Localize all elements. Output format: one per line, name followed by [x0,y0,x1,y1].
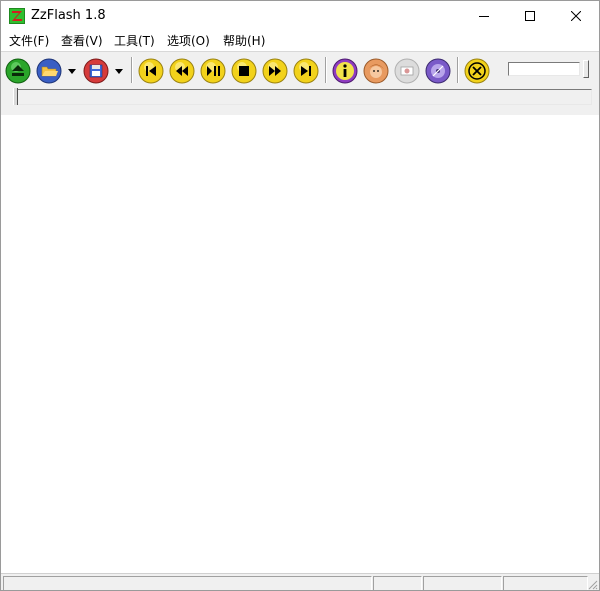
menu-options[interactable]: 选项(O) [167,34,210,48]
play-pause-icon [200,58,226,84]
save-dropdown-arrow[interactable] [114,65,124,75]
maximize-icon [525,11,535,21]
open-button[interactable] [36,58,62,84]
help-tool-icon [464,58,490,84]
fast-forward-button[interactable] [262,58,288,84]
skip-forward-button[interactable] [293,58,319,84]
fast-forward-icon [262,58,288,84]
save-icon [83,58,109,84]
status-bar [1,573,599,590]
menu-file[interactable]: 文件(F) [9,34,49,48]
close-icon [571,11,581,21]
capture-button[interactable] [394,58,420,84]
volume-slider-thumb[interactable] [583,60,589,78]
info-icon [332,58,358,84]
main-window: ZzFlash 1.8 文件(F) 查看(V) 工具(T) 选项(O) 帮助(H… [0,0,600,591]
minimize-button[interactable] [461,1,507,31]
skip-back-icon [138,58,164,84]
toolbar [1,51,599,116]
menu-tools[interactable]: 工具(T) [114,34,155,48]
rewind-button[interactable] [169,58,195,84]
status-pane-main [3,576,372,590]
playback-progress-track[interactable] [14,89,592,105]
toolbar-separator [457,57,459,83]
playback-progress-thumb[interactable] [13,88,18,105]
chevron-down-icon [68,69,76,74]
chevron-down-icon [115,69,123,74]
settings-disc-icon [425,58,451,84]
help-tool-button[interactable] [464,58,490,84]
resize-grip[interactable] [586,578,598,590]
save-button[interactable] [83,58,109,84]
resize-grip-icon [588,580,598,590]
eject-button[interactable] [5,58,31,84]
status-pane-3 [423,576,502,590]
zzflash-app-icon [9,8,25,24]
window-title: ZzFlash 1.8 [31,8,106,23]
toolbar-separator [131,57,133,83]
play-pause-button[interactable] [200,58,226,84]
skip-back-button[interactable] [138,58,164,84]
menu-help[interactable]: 帮助(H) [223,34,265,48]
maximize-button[interactable] [507,1,553,31]
flash-display-area[interactable] [1,115,599,573]
volume-slider-track[interactable] [508,62,580,76]
title-bar[interactable]: ZzFlash 1.8 [1,1,599,31]
open-folder-icon [36,58,62,84]
stop-button[interactable] [231,58,257,84]
open-dropdown-arrow[interactable] [67,65,77,75]
stop-icon [231,58,257,84]
face-icon [363,58,389,84]
rewind-icon [169,58,195,84]
menu-bar: 文件(F) 查看(V) 工具(T) 选项(O) 帮助(H) [1,31,599,51]
status-pane-4 [503,576,588,590]
close-button[interactable] [553,1,599,31]
face-button[interactable] [363,58,389,84]
capture-icon [394,58,420,84]
skip-forward-icon [293,58,319,84]
settings-disc-button[interactable] [425,58,451,84]
info-button[interactable] [332,58,358,84]
menu-view[interactable]: 查看(V) [61,34,103,48]
toolbar-separator [325,57,327,83]
minimize-icon [479,16,489,17]
status-pane-2 [373,576,422,590]
eject-icon [5,58,31,84]
